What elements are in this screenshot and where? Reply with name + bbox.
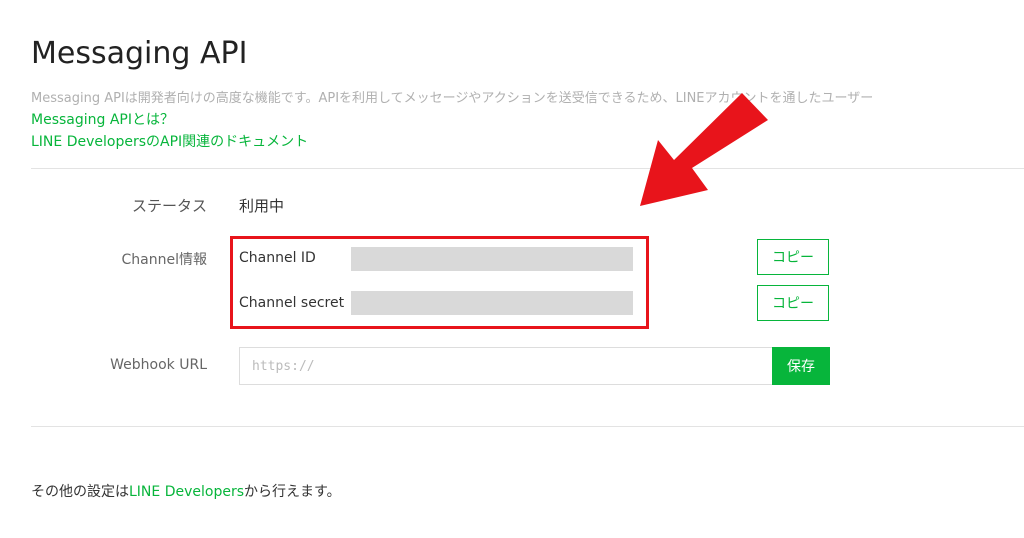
- save-webhook-button[interactable]: 保存: [772, 347, 830, 385]
- messaging-api-settings-page: Messaging API Messaging APIは開発者向けの高度な機能で…: [0, 0, 1024, 538]
- status-label: ステータス: [131, 197, 207, 215]
- line-developers-link[interactable]: LINE Developers: [129, 484, 244, 500]
- webhook-url-label: Webhook URL: [110, 357, 207, 373]
- divider: [31, 426, 1024, 427]
- status-value: 利用中: [239, 197, 285, 215]
- api-documentation-link[interactable]: LINE DevelopersのAPI関連のドキュメント: [31, 131, 308, 151]
- arrow-icon: [640, 93, 768, 206]
- divider: [31, 168, 1024, 169]
- channel-info-label: Channel情報: [121, 252, 207, 268]
- channel-credentials-highlight: [230, 236, 649, 329]
- copy-channel-secret-button[interactable]: コピー: [757, 285, 829, 321]
- copy-channel-id-button[interactable]: コピー: [757, 239, 829, 275]
- footer-suffix: から行えます。: [244, 484, 341, 500]
- what-is-messaging-api-link[interactable]: Messaging APIとは？: [31, 109, 174, 129]
- webhook-url-input[interactable]: [239, 347, 773, 385]
- footer-note: その他の設定はLINE Developersから行えます。: [31, 481, 341, 501]
- page-title: Messaging API: [31, 36, 248, 71]
- footer-prefix: その他の設定は: [31, 484, 129, 500]
